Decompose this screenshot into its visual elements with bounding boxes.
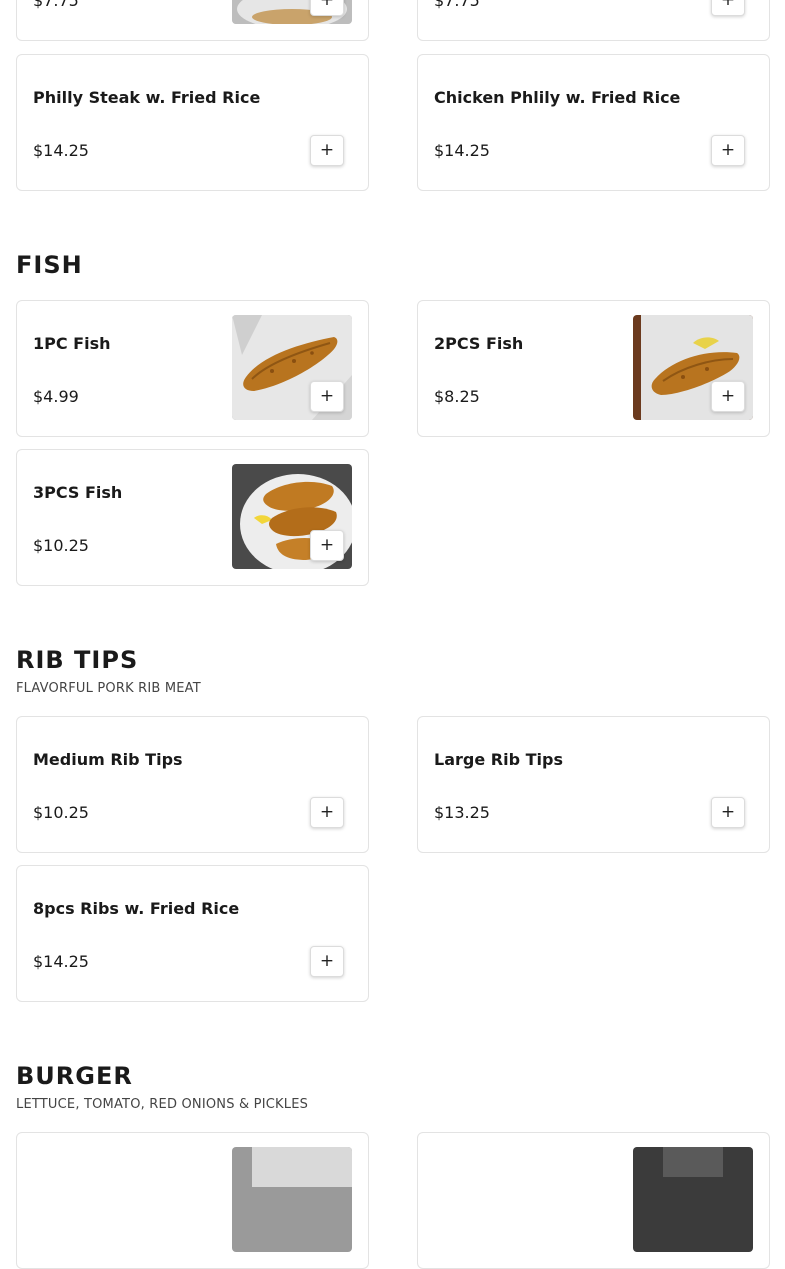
plus-icon: + [720, 802, 736, 822]
section-title-burger: BURGER [16, 1062, 133, 1090]
menu-item-card[interactable]: Chicken Phlily w. Fried Rice $14.25 + [417, 54, 770, 191]
plus-icon: + [319, 140, 335, 160]
item-photo [633, 1147, 753, 1252]
item-price: $10.25 [33, 803, 89, 822]
item-name: 2PCS Fish [434, 334, 524, 353]
add-to-cart-button[interactable]: + [310, 381, 344, 412]
menu-item-card[interactable]: 8pcs Ribs w. Fried Rice $14.25 + [16, 865, 369, 1002]
item-price: $10.25 [33, 536, 89, 555]
plus-icon: + [319, 0, 335, 10]
item-name: Large Rib Tips [434, 750, 563, 769]
add-to-cart-button[interactable]: + [310, 0, 344, 16]
item-price: $13.25 [434, 803, 490, 822]
item-name: Philly Steak w. Fried Rice [33, 88, 261, 107]
section-title-rib-tips: RIB TIPS [16, 646, 139, 674]
menu-item-card[interactable]: Medium Rib Tips $10.25 + [16, 716, 369, 853]
plus-icon: + [319, 535, 335, 555]
plus-icon: + [720, 0, 736, 10]
menu-item-card[interactable]: 2PCS Fish $8.25 + [417, 300, 770, 437]
item-name: Medium Rib Tips [33, 750, 183, 769]
menu-item-card-partial-right[interactable]: $7.75 + [417, 0, 770, 41]
plus-icon: + [319, 802, 335, 822]
add-to-cart-button[interactable]: + [310, 135, 344, 166]
menu-item-card[interactable]: 1PC Fish $4.99 + [16, 300, 369, 437]
add-to-cart-button[interactable]: + [711, 381, 745, 412]
item-price: $8.25 [434, 387, 480, 406]
menu-item-card-partial-left[interactable]: $7.75 + [16, 0, 369, 41]
menu-item-card[interactable]: Large Rib Tips $13.25 + [417, 716, 770, 853]
add-to-cart-button[interactable]: + [711, 797, 745, 828]
item-name: 3PCS Fish [33, 483, 123, 502]
item-price: $14.25 [434, 141, 490, 160]
plus-icon: + [720, 386, 736, 406]
item-name: Chicken Phlily w. Fried Rice [434, 88, 681, 107]
plus-icon: + [319, 951, 335, 971]
item-price: $7.75 [33, 0, 79, 10]
item-price: $7.75 [434, 0, 480, 10]
section-title-fish: FISH [16, 251, 83, 279]
item-name: 8pcs Ribs w. Fried Rice [33, 899, 240, 918]
add-to-cart-button[interactable]: + [711, 0, 745, 16]
add-to-cart-button[interactable]: + [711, 135, 745, 166]
item-price: $14.25 [33, 141, 89, 160]
section-subtitle: LETTUCE, TOMATO, RED ONIONS & PICKLES [16, 1097, 309, 1112]
add-to-cart-button[interactable]: + [310, 946, 344, 977]
add-to-cart-button[interactable]: + [310, 797, 344, 828]
item-price: $4.99 [33, 387, 79, 406]
section-subtitle: FLAVORFUL PORK RIB MEAT [16, 681, 201, 696]
menu-item-card[interactable]: Philly Steak w. Fried Rice $14.25 + [16, 54, 369, 191]
add-to-cart-button[interactable]: + [310, 530, 344, 561]
item-price: $14.25 [33, 952, 89, 971]
plus-icon: + [720, 140, 736, 160]
item-name: 1PC Fish [33, 334, 111, 353]
plus-icon: + [319, 386, 335, 406]
item-photo [232, 1147, 352, 1252]
menu-item-card[interactable]: 3PCS Fish $10.25 + [16, 449, 369, 586]
